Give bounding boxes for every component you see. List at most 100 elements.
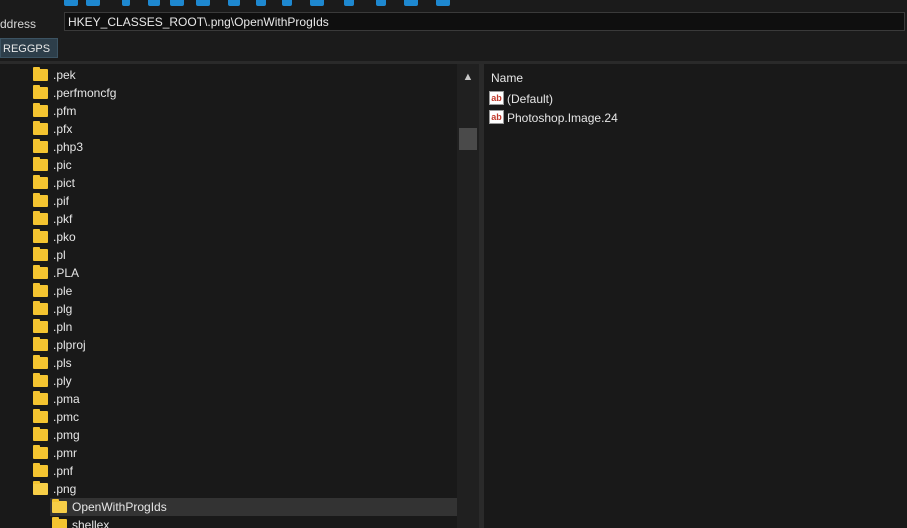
tree-item-label: .php3 bbox=[53, 140, 84, 154]
folder-icon bbox=[33, 229, 48, 243]
tree-item-label: .pkf bbox=[53, 212, 73, 226]
tree-item[interactable]: .pls bbox=[0, 354, 457, 372]
key-tree[interactable]: .pek .perfmoncfg .pfm .pfx .php3 .pic .pict .pi… bbox=[0, 64, 457, 528]
new-key-icon[interactable] bbox=[122, 0, 130, 6]
next-icon[interactable] bbox=[376, 0, 386, 6]
tree-item[interactable]: .png bbox=[0, 480, 457, 498]
tree-item-label: .pl bbox=[53, 248, 66, 262]
tree-item-label: .perfmoncfg bbox=[53, 86, 117, 100]
folder-icon bbox=[33, 445, 48, 459]
back-icon[interactable] bbox=[64, 0, 78, 6]
tree-item[interactable]: .perfmoncfg bbox=[0, 84, 457, 102]
favorite-reggps-button[interactable]: REGGPS bbox=[0, 38, 59, 58]
folder-icon bbox=[52, 517, 67, 528]
tree-item[interactable]: .pma bbox=[0, 390, 457, 408]
folder-icon bbox=[33, 211, 48, 225]
tree-item[interactable]: OpenWithProgIds bbox=[50, 498, 457, 516]
value-name: Photoshop.Image.24 bbox=[507, 111, 618, 125]
tree-item[interactable]: .pic bbox=[0, 156, 457, 174]
tree-item-label: .pmg bbox=[53, 428, 80, 442]
tree-item-label: .pic bbox=[53, 158, 72, 172]
folder-icon bbox=[33, 355, 48, 369]
folder-icon bbox=[33, 301, 48, 315]
toolbar bbox=[0, 0, 907, 8]
tree-item[interactable]: .ply bbox=[0, 372, 457, 390]
value-name: (Default) bbox=[507, 92, 554, 106]
tree-item-label: shellex bbox=[72, 518, 110, 528]
tree-item[interactable]: .pmc bbox=[0, 408, 457, 426]
tree-item[interactable]: .pif bbox=[0, 192, 457, 210]
settings-icon[interactable] bbox=[404, 0, 418, 6]
folder-icon bbox=[33, 193, 48, 207]
redo-icon[interactable] bbox=[282, 0, 292, 6]
tree-item-label: .pls bbox=[53, 356, 72, 370]
address-input[interactable]: HKEY_CLASSES_ROOT\.png\OpenWithProgIds bbox=[64, 12, 905, 31]
bookmark-icon[interactable] bbox=[228, 0, 240, 6]
folder-icon bbox=[33, 337, 48, 351]
prev-icon[interactable] bbox=[344, 0, 354, 6]
tree-item-label: .pfm bbox=[53, 104, 77, 118]
scroll-up-icon[interactable]: ▲ bbox=[457, 70, 479, 84]
tree-item[interactable]: .PLA bbox=[0, 264, 457, 282]
tree-item[interactable]: .plproj bbox=[0, 336, 457, 354]
tree-item[interactable]: .pmg bbox=[0, 426, 457, 444]
cut-icon[interactable] bbox=[148, 0, 160, 6]
tree-item[interactable]: .pfm bbox=[0, 102, 457, 120]
tree-item[interactable]: .pnf bbox=[0, 462, 457, 480]
folder-icon bbox=[33, 391, 48, 405]
registry-icon[interactable] bbox=[86, 0, 100, 6]
tree-item-label: .PLA bbox=[53, 266, 80, 280]
folder-icon bbox=[33, 175, 48, 189]
string-value-icon: ab bbox=[489, 91, 504, 105]
values-list[interactable]: Name ab (Default) ab Photoshop.Image.24 bbox=[484, 64, 907, 528]
folder-icon bbox=[33, 247, 48, 261]
favorites-bar: REGGPS bbox=[0, 38, 907, 61]
tree-item[interactable]: .pfx bbox=[0, 120, 457, 138]
tree-item[interactable]: shellex bbox=[0, 516, 457, 528]
folder-icon bbox=[33, 409, 48, 423]
address-label: ddress bbox=[0, 17, 37, 31]
tree-item[interactable]: .pek bbox=[0, 66, 457, 84]
tree-item[interactable]: .php3 bbox=[0, 138, 457, 156]
tree-item-label: .pif bbox=[53, 194, 70, 208]
folder-icon bbox=[33, 319, 48, 333]
value-row[interactable]: ab Photoshop.Image.24 bbox=[488, 109, 907, 127]
tree-item-label: .pln bbox=[53, 320, 73, 334]
tree-item[interactable]: .pln bbox=[0, 318, 457, 336]
folder-icon bbox=[33, 463, 48, 477]
tree-item-label: .ple bbox=[53, 284, 73, 298]
tree-item[interactable]: .pko bbox=[0, 228, 457, 246]
undo-icon[interactable] bbox=[256, 0, 266, 6]
folder-icon bbox=[33, 157, 48, 171]
tree-item-label: .plproj bbox=[53, 338, 86, 352]
tree-item-label: .pict bbox=[53, 176, 76, 190]
folder-icon bbox=[33, 373, 48, 387]
tree-item[interactable]: .pmr bbox=[0, 444, 457, 462]
folder-icon bbox=[33, 427, 48, 441]
tree-item[interactable]: .pict bbox=[0, 174, 457, 192]
folder-icon bbox=[33, 283, 48, 297]
find-icon[interactable] bbox=[310, 0, 324, 6]
tree-item-label: .plg bbox=[53, 302, 73, 316]
folder-open-icon bbox=[33, 481, 48, 495]
scroll-thumb[interactable] bbox=[459, 128, 477, 150]
tree-scrollbar[interactable]: ▲ bbox=[457, 64, 479, 528]
value-row[interactable]: ab (Default) bbox=[488, 90, 907, 108]
copy-icon[interactable] bbox=[170, 0, 184, 6]
string-value-icon: ab bbox=[489, 110, 504, 124]
paste-icon[interactable] bbox=[196, 0, 210, 6]
folder-icon bbox=[33, 121, 48, 135]
tree-item-label: .pfx bbox=[53, 122, 73, 136]
tree-item[interactable]: .plg bbox=[0, 300, 457, 318]
address-bar: ddress HKEY_CLASSES_ROOT\.png\OpenWithPr… bbox=[0, 8, 907, 38]
folder-icon bbox=[33, 139, 48, 153]
tree-item[interactable]: .pkf bbox=[0, 210, 457, 228]
column-header-name[interactable]: Name bbox=[491, 71, 523, 85]
tree-item-label: .png bbox=[53, 482, 77, 496]
tree-item[interactable]: .ple bbox=[0, 282, 457, 300]
folder-icon bbox=[33, 85, 48, 99]
folder-icon bbox=[33, 103, 48, 117]
help-icon[interactable] bbox=[436, 0, 450, 6]
tree-item-label: .pmr bbox=[53, 446, 77, 460]
tree-item[interactable]: .pl bbox=[0, 246, 457, 264]
